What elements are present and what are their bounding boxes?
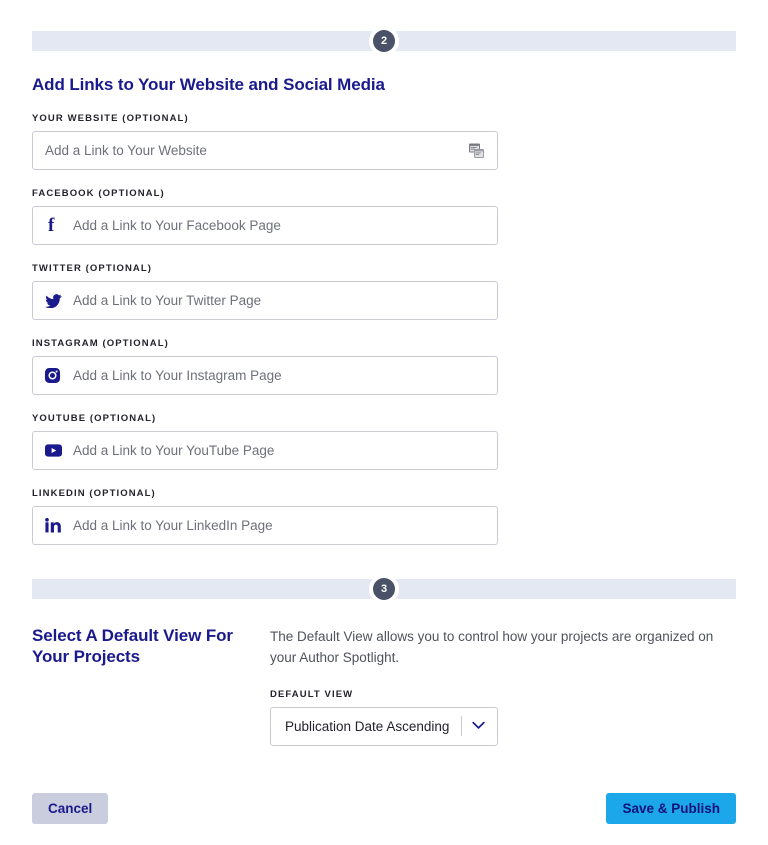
field-label-default-view: DEFAULT VIEW (270, 688, 354, 700)
linkedin-input-placeholder: Add a Link to Your LinkedIn Page (73, 518, 273, 533)
cancel-button[interactable]: Cancel (32, 793, 109, 824)
social-links-field-group: YOUR WEBSITE (OPTIONAL) Add a Link to Yo… (0, 95, 768, 545)
section-3-content-column: The Default View allows you to control h… (270, 625, 736, 746)
step-3-badge: 3 (373, 578, 395, 600)
field-website: YOUR WEBSITE (OPTIONAL) Add a Link to Yo… (32, 113, 736, 170)
facebook-input-placeholder: Add a Link to Your Facebook Page (73, 218, 281, 233)
chevron-down-icon[interactable] (472, 717, 485, 735)
step-2-divider-bar: 2 (32, 30, 736, 52)
field-linkedin: LINKEDIN (OPTIONAL) Add a Link to Your L… (32, 488, 736, 545)
field-twitter: TWITTER (OPTIONAL) Add a Link to Your Tw… (32, 263, 736, 320)
facebook-icon: f (48, 215, 55, 236)
youtube-input-placeholder: Add a Link to Your YouTube Page (73, 443, 275, 458)
field-label-website: YOUR WEBSITE (OPTIONAL) (32, 113, 189, 124)
field-label-twitter: TWITTER (OPTIONAL) (32, 263, 153, 274)
author-spotlight-form-page: 2 Add Links to Your Website and Social M… (0, 0, 768, 845)
section-3-description: The Default View allows you to control h… (270, 629, 714, 665)
instagram-input-placeholder: Add a Link to Your Instagram Page (73, 368, 282, 383)
section-2-title-wrapper: Add Links to Your Website and Social Med… (0, 51, 768, 95)
step-2-bar-wrapper: 2 (0, 0, 768, 52)
field-youtube: YOUTUBE (OPTIONAL) Add a Link to Your Yo… (32, 413, 736, 470)
twitter-icon (45, 293, 65, 308)
section-3: Select A Default View For Your Projects … (0, 599, 768, 746)
section-2-title: Add Links to Your Website and Social Med… (32, 75, 385, 94)
step-2-badge: 2 (373, 30, 395, 52)
field-instagram: INSTAGRAM (OPTIONAL) Add a Link to Your … (32, 338, 736, 395)
linkedin-input[interactable]: Add a Link to Your LinkedIn Page (32, 506, 498, 545)
step-3-divider-bar: 3 (32, 578, 736, 600)
default-view-select[interactable]: Publication Date Ascending (270, 706, 498, 746)
default-view-selected-value: Publication Date Ascending (285, 718, 450, 734)
field-label-instagram: INSTAGRAM (OPTIONAL) (32, 338, 169, 349)
instagram-input[interactable]: Add a Link to Your Instagram Page (32, 356, 498, 395)
step-3-bar-wrapper: 3 (0, 545, 768, 600)
website-input-placeholder: Add a Link to Your Website (45, 143, 207, 158)
browser-window-icon (469, 143, 485, 158)
website-input[interactable]: Add a Link to Your Website (32, 131, 498, 170)
save-and-publish-button[interactable]: Save & Publish (606, 793, 736, 824)
form-footer: Cancel Save & Publish (32, 793, 736, 824)
field-label-linkedin: LINKEDIN (OPTIONAL) (32, 488, 156, 499)
field-label-youtube: YOUTUBE (OPTIONAL) (32, 413, 157, 424)
instagram-icon (45, 368, 65, 383)
linkedin-icon (45, 518, 65, 533)
field-label-facebook: FACEBOOK (OPTIONAL) (32, 188, 165, 199)
section-3-title: Select A Default View For Your Projects (32, 626, 233, 667)
field-facebook: FACEBOOK (OPTIONAL) f Add a Link to Your… (32, 188, 736, 245)
select-control-group (461, 716, 485, 737)
youtube-icon (45, 444, 65, 457)
select-divider (461, 716, 462, 737)
section-3-title-column: Select A Default View For Your Projects (32, 625, 270, 668)
twitter-input-placeholder: Add a Link to Your Twitter Page (73, 293, 262, 308)
youtube-input[interactable]: Add a Link to Your YouTube Page (32, 431, 498, 470)
facebook-input[interactable]: f Add a Link to Your Facebook Page (32, 206, 498, 245)
twitter-input[interactable]: Add a Link to Your Twitter Page (32, 281, 498, 320)
